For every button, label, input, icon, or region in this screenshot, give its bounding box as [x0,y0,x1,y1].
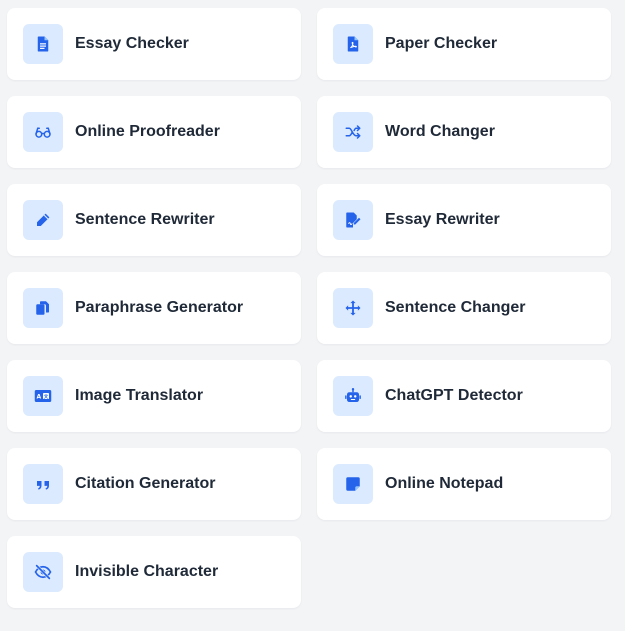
svg-text:A: A [37,394,42,401]
tool-label: Sentence Changer [385,299,526,316]
robot-icon [333,376,373,416]
sticky-note-icon [333,464,373,504]
tool-label: Sentence Rewriter [75,211,215,228]
tool-label: Essay Checker [75,35,189,52]
tool-card-sentence-rewriter[interactable]: Sentence Rewriter [7,184,301,256]
tool-card-citation-generator[interactable]: Citation Generator [7,448,301,520]
tool-card-essay-checker[interactable]: Essay Checker [7,8,301,80]
tool-label: Word Changer [385,123,495,140]
tool-card-paraphrase-generator[interactable]: Paraphrase Generator [7,272,301,344]
tool-label: Citation Generator [75,475,216,492]
tool-card-paper-checker[interactable]: Paper Checker [317,8,611,80]
shuffle-icon [333,112,373,152]
tool-card-word-changer[interactable]: Word Changer [317,96,611,168]
tool-label: Image Translator [75,387,204,404]
eye-slash-icon [23,552,63,592]
document-icon [23,24,63,64]
glasses-icon [23,112,63,152]
file-signature-icon [333,200,373,240]
tool-label: Paraphrase Generator [75,299,244,316]
tool-label: ChatGPT Detector [385,387,523,404]
tool-label: Paper Checker [385,35,498,52]
quote-icon [23,464,63,504]
language-card-icon: A文 [23,376,63,416]
tool-card-chatgpt-detector[interactable]: ChatGPT Detector [317,360,611,432]
tool-card-image-translator[interactable]: A文 Image Translator [7,360,301,432]
tool-card-invisible-character[interactable]: Invisible Character [7,536,301,608]
tool-card-online-notepad[interactable]: Online Notepad [317,448,611,520]
pencil-icon [23,200,63,240]
tool-label: Online Proofreader [75,123,220,140]
move-arrows-icon [333,288,373,328]
copy-icon [23,288,63,328]
tool-label: Invisible Character [75,563,219,580]
tools-grid: Essay Checker Paper Checker Online Proof… [7,8,611,608]
tool-card-essay-rewriter[interactable]: Essay Rewriter [317,184,611,256]
tool-card-online-proofreader[interactable]: Online Proofreader [7,96,301,168]
tool-card-sentence-changer[interactable]: Sentence Changer [317,272,611,344]
pdf-file-icon [333,24,373,64]
tool-label: Online Notepad [385,475,504,492]
tool-label: Essay Rewriter [385,211,500,228]
